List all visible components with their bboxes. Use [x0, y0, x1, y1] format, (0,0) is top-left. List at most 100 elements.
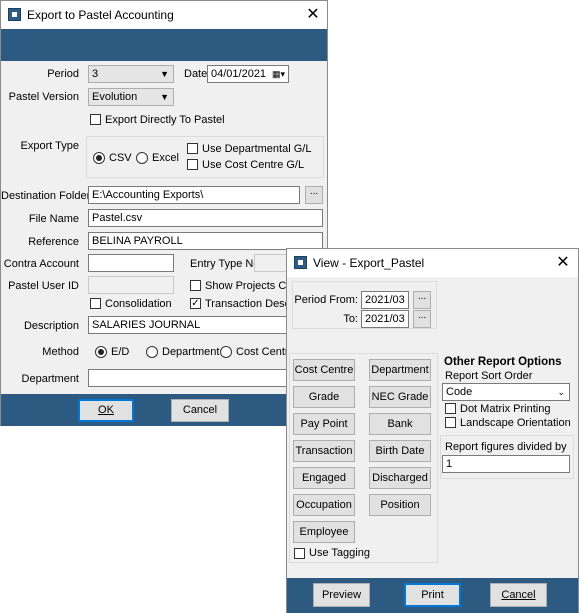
filter-button-discharged[interactable]: Discharged	[369, 467, 431, 489]
chevron-down-icon: ▼	[160, 92, 169, 102]
export-dialog-title: Export to Pastel Accounting	[27, 8, 174, 22]
filter-button-birth-date[interactable]: Birth Date	[369, 440, 431, 462]
app-icon	[8, 8, 21, 21]
to-label: To:	[343, 313, 358, 325]
app-icon	[294, 256, 307, 269]
pastel-user-id-label: Pastel User ID	[8, 280, 79, 292]
filter-button-transaction[interactable]: Transaction	[293, 440, 355, 462]
period-to-browse-button[interactable]: ...	[413, 310, 431, 328]
view-dialog-title: View - Export_Pastel	[313, 256, 425, 270]
other-options-title: Other Report Options	[444, 356, 562, 368]
view-cancel-button[interactable]: Cancel	[490, 583, 547, 607]
period-select[interactable]: 3 ▼	[88, 65, 174, 83]
sort-order-label: Report Sort Order	[445, 370, 533, 382]
use-tagging-label: Use Tagging	[309, 547, 370, 559]
show-projects-checkbox[interactable]	[190, 280, 201, 291]
browse-folder-button[interactable]: ...	[305, 186, 323, 204]
view-cancel-label: Cancel	[501, 589, 536, 601]
filter-button-occupation[interactable]: Occupation	[293, 494, 355, 516]
consolidation-checkbox[interactable]	[90, 298, 101, 309]
transaction-desc-checkbox[interactable]: ✓	[190, 298, 201, 309]
filter-button-engaged[interactable]: Engaged	[293, 467, 355, 489]
pastel-version-value: Evolution	[92, 91, 138, 103]
use-departmental-checkbox[interactable]	[187, 143, 198, 154]
preview-button[interactable]: Preview	[313, 583, 370, 607]
file-name-input[interactable]: Pastel.csv	[88, 209, 323, 227]
ok-button[interactable]: OK	[78, 399, 134, 422]
csv-label: CSV	[109, 152, 132, 164]
consolidation-label: Consolidation	[105, 298, 172, 310]
date-picker[interactable]: 04/01/2021 ▦▾	[207, 65, 289, 83]
filter-button-cost-centre[interactable]: Cost Centre	[293, 359, 355, 381]
preview-label: Preview	[321, 589, 362, 601]
sort-order-select[interactable]: Code ⌄	[442, 383, 570, 401]
view-title-bar[interactable]: View - Export_Pastel ✕	[287, 249, 578, 277]
period-from-browse-button[interactable]: ...	[413, 291, 431, 309]
cancel-label: Cancel	[182, 404, 218, 416]
method-department-radio[interactable]	[146, 346, 158, 358]
use-cost-centre-label: Use Cost Centre G/L	[202, 159, 305, 171]
print-button[interactable]: Print	[404, 583, 461, 607]
dot-matrix-label: Dot Matrix Printing	[460, 403, 551, 415]
method-department-label: Department	[162, 346, 220, 358]
description-label: Description	[23, 320, 79, 332]
export-dialog: Export to Pastel Accounting ✕ Period 3 ▼…	[0, 0, 328, 426]
entry-type-input[interactable]	[254, 254, 290, 272]
destination-folder-input[interactable]: E:\Accounting Exports\	[88, 186, 300, 204]
file-name-label: File Name	[28, 213, 79, 225]
use-tagging-checkbox[interactable]	[294, 548, 305, 559]
print-label: Print	[421, 589, 444, 601]
method-ed-radio[interactable]	[95, 346, 107, 358]
filter-button-pay-point[interactable]: Pay Point	[293, 413, 355, 435]
entry-type-label: Entry Type No	[190, 258, 260, 270]
contra-account-label: Contra Account	[3, 258, 79, 270]
divided-by-input[interactable]: 1	[442, 455, 570, 473]
period-label: Period	[47, 68, 79, 80]
filter-button-bank[interactable]: Bank	[369, 413, 431, 435]
contra-account-input[interactable]	[88, 254, 174, 272]
method-label: Method	[42, 346, 79, 358]
use-departmental-label: Use Departmental G/L	[202, 143, 312, 155]
period-value: 3	[92, 68, 99, 80]
cancel-button[interactable]: Cancel	[171, 399, 229, 422]
period-from-input[interactable]: 2021/03	[361, 291, 409, 309]
filter-button-position[interactable]: Position	[369, 494, 431, 516]
date-value: 04/01/2021	[211, 68, 267, 80]
excel-label: Excel	[152, 152, 179, 164]
calendar-icon[interactable]: ▦▾	[272, 68, 285, 80]
filter-button-employee[interactable]: Employee	[293, 521, 355, 543]
csv-radio[interactable]	[93, 152, 105, 164]
filter-button-grade[interactable]: Grade	[293, 386, 355, 408]
export-type-label: Export Type	[20, 140, 80, 152]
dot-matrix-checkbox[interactable]	[445, 403, 456, 414]
method-ed-label: E/D	[111, 346, 130, 358]
export-directly-checkbox[interactable]	[90, 114, 101, 125]
period-from-label: Period From:	[294, 294, 358, 306]
divided-by-label: Report figures divided by	[445, 441, 567, 453]
ok-label: OK	[98, 404, 114, 416]
use-cost-centre-checkbox[interactable]	[187, 159, 198, 170]
sort-order-value: Code	[446, 386, 473, 398]
pastel-user-id-input[interactable]	[88, 276, 174, 294]
close-icon[interactable]: ✕	[553, 253, 573, 273]
chevron-down-icon: ⌄	[557, 387, 565, 397]
export-directly-label: Export Directly To Pastel	[105, 114, 225, 126]
pastel-version-label: Pastel Version	[8, 91, 79, 103]
chevron-down-icon: ▼	[160, 69, 169, 79]
landscape-label: Landscape Orientation	[460, 417, 571, 429]
close-icon[interactable]: ✕	[303, 5, 323, 25]
filter-button-department[interactable]: Department	[369, 359, 431, 381]
excel-radio[interactable]	[136, 152, 148, 164]
export-title-bar[interactable]: Export to Pastel Accounting ✕	[1, 1, 327, 29]
landscape-checkbox[interactable]	[445, 417, 456, 428]
method-cost-centre-radio[interactable]	[220, 346, 232, 358]
view-dialog: View - Export_Pastel ✕ Period From: 2021…	[286, 248, 579, 613]
footer-band	[1, 394, 327, 426]
destination-folder-label: Destination Folder	[1, 190, 91, 202]
pastel-version-select[interactable]: Evolution ▼	[88, 88, 174, 106]
date-label: Date	[184, 68, 208, 80]
header-band	[1, 29, 327, 61]
period-to-input[interactable]: 2021/03	[361, 310, 409, 328]
reference-label: Reference	[28, 236, 79, 248]
filter-button-nec-grade[interactable]: NEC Grade	[369, 386, 431, 408]
